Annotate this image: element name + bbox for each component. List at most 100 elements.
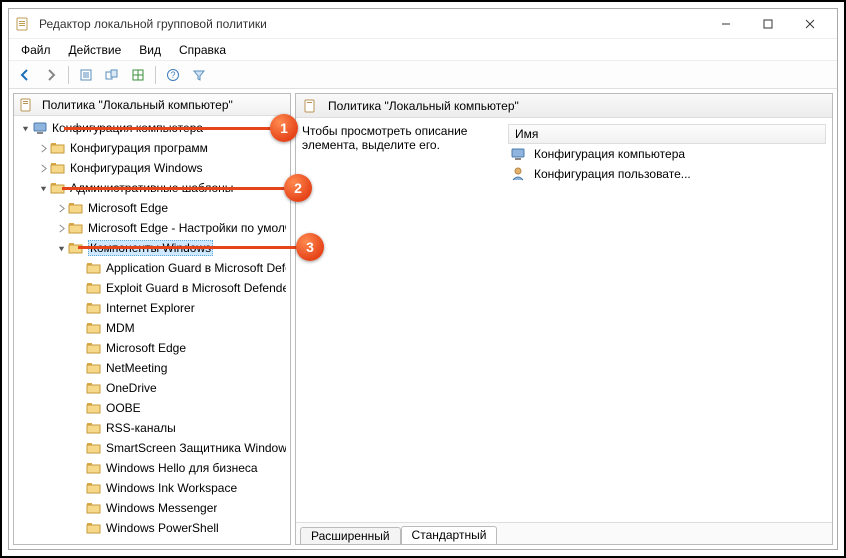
tree-item-label: Windows Hello для бизнеса (106, 461, 258, 475)
list-item-label: Конфигурация компьютера (534, 147, 685, 161)
description-text: Чтобы просмотреть описание элемента, выд… (302, 124, 467, 152)
tree-pane: Политика "Локальный компьютер" Конфигура… (13, 93, 291, 545)
tree-item[interactable]: Microsoft Edge (14, 338, 290, 358)
list-pane: Имя Конфигурация компьютера Конфигурация… (508, 124, 826, 516)
tree-root-label: Политика "Локальный компьютер" (42, 98, 233, 112)
chevron-right-icon[interactable] (36, 161, 50, 175)
annotation-bubble-3: 3 (296, 233, 324, 261)
chevron-down-icon[interactable] (54, 241, 68, 255)
tree-item-label: Internet Explorer (106, 301, 195, 315)
chevron-right-icon[interactable] (54, 201, 68, 215)
tree-body[interactable]: Конфигурация компьютера Конфигурация про… (14, 116, 290, 544)
tree-item-label: OOBE (106, 401, 141, 415)
tree-item[interactable]: NetMeeting (14, 358, 290, 378)
app-icon (15, 16, 31, 32)
tree-item[interactable]: Microsoft Edge - Настройки по умолчанию (88, 221, 286, 235)
folder-icon (86, 380, 102, 396)
annotation-bubble-1: 1 (270, 114, 298, 142)
policy-icon (18, 97, 34, 113)
tree-item[interactable]: Конфигурация Windows (70, 161, 203, 175)
titlebar: Редактор локальной групповой политики (9, 9, 837, 39)
chevron-down-icon[interactable] (36, 181, 50, 195)
content-heading: Политика "Локальный компьютер" (328, 99, 519, 113)
content-pane: Политика "Локальный компьютер" Чтобы про… (295, 93, 833, 545)
tree-item-label: Exploit Guard в Microsoft Defender (106, 281, 286, 295)
tree-item[interactable]: Internet Explorer (14, 298, 290, 318)
back-button[interactable] (13, 64, 37, 86)
folder-icon (86, 520, 102, 536)
svg-text:?: ? (170, 70, 175, 80)
tree-item[interactable]: SmartScreen Защитника Windows (14, 438, 290, 458)
chevron-right-icon[interactable] (54, 221, 68, 235)
tree-item-label: OneDrive (106, 381, 157, 395)
list-item[interactable]: Конфигурация пользовате... (508, 164, 826, 184)
app-window: Редактор локальной групповой политики Фа… (8, 8, 838, 550)
toolbar-btn-3[interactable] (126, 64, 150, 86)
menu-action[interactable]: Действие (61, 41, 130, 59)
tree-item-label: Application Guard в Microsoft Defender (106, 261, 286, 275)
menu-help[interactable]: Справка (171, 41, 234, 59)
tree-item-label: SmartScreen Защитника Windows (106, 441, 286, 455)
tree-item[interactable]: Windows Hello для бизнеса (14, 458, 290, 478)
forward-button[interactable] (39, 64, 63, 86)
tree-item-label: Windows Ink Workspace (106, 481, 237, 495)
filter-button[interactable] (187, 64, 211, 86)
toolbar: ? (9, 61, 837, 89)
column-header-name[interactable]: Имя (508, 124, 826, 144)
tree-item[interactable]: Конфигурация программ (70, 141, 208, 155)
folder-icon (86, 340, 102, 356)
toolbar-btn-2[interactable] (100, 64, 124, 86)
computer-icon (32, 120, 48, 136)
folder-icon (86, 440, 102, 456)
close-button[interactable] (789, 10, 831, 38)
chevron-down-icon[interactable] (18, 121, 32, 135)
tab-extended[interactable]: Расширенный (300, 527, 401, 545)
tree-item[interactable]: Windows PowerShell (14, 518, 290, 538)
content-tabs: Расширенный Стандартный (296, 522, 832, 544)
tree-item[interactable]: RSS-каналы (14, 418, 290, 438)
content-header: Политика "Локальный компьютер" (296, 94, 832, 118)
tab-standard[interactable]: Стандартный (401, 526, 498, 545)
window-title: Редактор локальной групповой политики (39, 17, 705, 31)
user-icon (510, 166, 526, 182)
folder-icon (86, 280, 102, 296)
chevron-right-icon[interactable] (36, 141, 50, 155)
description-pane: Чтобы просмотреть описание элемента, выд… (302, 124, 502, 516)
folder-icon (86, 460, 102, 476)
tree-item-label: Microsoft Edge (106, 341, 186, 355)
folder-icon (50, 160, 66, 176)
tree-item-label: MDM (106, 321, 135, 335)
folder-icon (50, 140, 66, 156)
annotation-bubble-2: 2 (284, 174, 312, 202)
body: Политика "Локальный компьютер" Конфигура… (9, 89, 837, 549)
minimize-button[interactable] (705, 10, 747, 38)
folder-icon (86, 360, 102, 376)
tree-item-label: RSS-каналы (106, 421, 176, 435)
computer-icon (510, 146, 526, 162)
tree-header: Политика "Локальный компьютер" (14, 94, 290, 116)
tree-item-label: Windows Messenger (106, 501, 217, 515)
maximize-button[interactable] (747, 10, 789, 38)
help-button[interactable]: ? (161, 64, 185, 86)
folder-icon (68, 200, 84, 216)
menubar: Файл Действие Вид Справка (9, 39, 837, 61)
folder-icon (68, 220, 84, 236)
list-item[interactable]: Конфигурация компьютера (508, 144, 826, 164)
toolbar-separator (155, 66, 156, 84)
tree-item[interactable]: Microsoft Edge (88, 201, 168, 215)
tree-item[interactable]: Windows Ink Workspace (14, 478, 290, 498)
toolbar-btn-1[interactable] (74, 64, 98, 86)
menu-view[interactable]: Вид (131, 41, 169, 59)
folder-icon (86, 320, 102, 336)
tree-item[interactable]: OOBE (14, 398, 290, 418)
tree-item[interactable]: Windows Messenger (14, 498, 290, 518)
menu-file[interactable]: Файл (13, 41, 59, 59)
tree-item[interactable]: Exploit Guard в Microsoft Defender (14, 278, 290, 298)
tree-item-label: Windows PowerShell (106, 521, 219, 535)
annotation-line (62, 187, 287, 190)
tree-item[interactable]: OneDrive (14, 378, 290, 398)
tree-item[interactable]: MDM (14, 318, 290, 338)
folder-icon (86, 300, 102, 316)
policy-icon (302, 98, 318, 114)
tree-item[interactable]: Application Guard в Microsoft Defender (14, 258, 290, 278)
